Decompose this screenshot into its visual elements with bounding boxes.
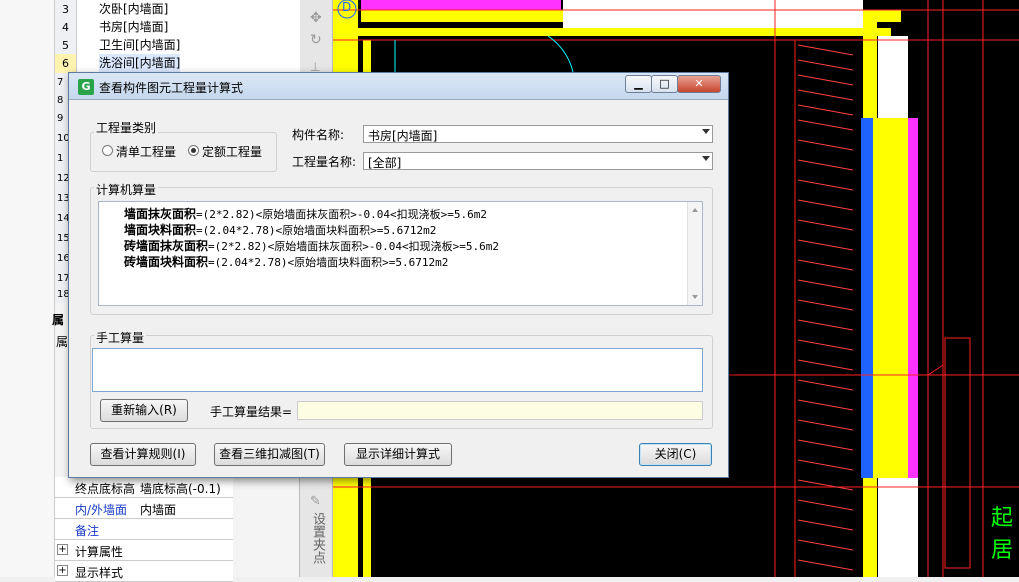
dialog-titlebar[interactable]: G 查看构件图元工程量计算式 ▁ □ ✕ (69, 73, 728, 100)
list-item[interactable]: 4 书房[内墙面] (55, 18, 300, 37)
formula-line: 墙面块料面积=(2.04*2.78)<原始墙面块料面积>=5.6712m2 (124, 221, 436, 238)
scroll-down-icon[interactable] (692, 295, 698, 299)
view-3d-deduction-button[interactable]: 查看三维扣减图(T) (214, 443, 325, 466)
properties-tab[interactable]: 属 (52, 311, 64, 328)
app-icon: G (78, 79, 94, 95)
list-item[interactable]: 5 卫生间[内墙面] (55, 36, 300, 55)
expand-icon[interactable]: + (57, 544, 68, 555)
formula-line: 砖墙面块料面积=(2.04*2.78)<原始墙面块料面积>=5.6712m2 (124, 253, 448, 270)
formula-line: 墙面抹灰面积=(2*2.82)<原始墙面抹灰面积>-0.04<扣现浇板>=5.6… (124, 205, 487, 222)
window-close-button[interactable]: ✕ (677, 75, 721, 93)
list-item[interactable]: 3 次卧[内墙面] (55, 0, 300, 19)
row-number-column: 7 8 9 10 1 12 13 14 15 16 17 18 (55, 73, 70, 303)
maximize-button[interactable]: □ (651, 75, 678, 93)
scroll-up-icon[interactable] (692, 208, 698, 212)
list-item-label: 次卧[内墙面] (99, 2, 169, 16)
property-key: 内/外墙面 (75, 503, 128, 517)
component-name-label: 构件名称: (292, 128, 345, 142)
tree-item-label: 计算属性 (75, 545, 124, 559)
property-value: 墙底标高(-0.1) (140, 482, 221, 496)
manual-result-label: 手工算量结果= (210, 405, 293, 419)
manual-calc-label: 手工算量 (94, 329, 147, 346)
property-row[interactable]: 内/外墙面 内墙面 (55, 498, 233, 519)
minimize-button[interactable]: ▁ (625, 75, 652, 93)
manual-result-field (297, 401, 703, 420)
formula-expression: =(2*2.82)<原始墙面抹灰面积>-0.04<扣现浇板>=5.6m2 (196, 208, 487, 221)
formula-scrollbar[interactable] (687, 202, 702, 305)
property-key: 终点底标高 (75, 482, 136, 496)
quantity-formula-dialog: G 查看构件图元工程量计算式 ▁ □ ✕ 工程量类别 清单工程量 定额工程量 构… (68, 72, 729, 478)
show-detail-formula-button[interactable]: 显示详细计算式 (344, 443, 452, 466)
tree-item[interactable]: + 显示样式 (55, 561, 233, 582)
set-grip-button[interactable]: 设置夹点 (309, 512, 325, 564)
chevron-down-icon (702, 129, 710, 134)
close-button[interactable]: 关闭(C) (639, 443, 712, 466)
view-calc-rules-button[interactable]: 查看计算规则(I) (90, 443, 196, 466)
component-name-select[interactable]: 书房[内墙面] (363, 125, 713, 143)
quantity-category-label: 工程量类别 (94, 119, 159, 136)
property-value: 内墙面 (140, 503, 177, 517)
reinput-button[interactable]: 重新输入(R) (100, 399, 188, 422)
tree-item[interactable]: + 计算属性 (55, 540, 233, 561)
row-number: 1 (57, 153, 64, 164)
radio-quota-quantity[interactable] (188, 145, 199, 156)
room-name-label: 起居 (991, 506, 1014, 563)
list-item-selected[interactable]: 6 洗浴间[内墙面] (55, 54, 300, 73)
grid-axis-label: D (342, 0, 352, 14)
dialog-title: 查看构件图元工程量计算式 (99, 81, 244, 95)
quantity-name-value: [全部] (368, 156, 402, 170)
formula-expression: =(2.04*2.78)<原始墙面块料面积>=5.6712m2 (196, 224, 437, 237)
row-number: 3 (55, 0, 77, 19)
chevron-down-icon (702, 156, 710, 161)
list-item-label: 洗浴间[内墙面] (99, 54, 181, 73)
property-key: 备注 (75, 524, 100, 538)
quantity-name-label: 工程量名称: (292, 155, 357, 169)
panel-gutter (0, 0, 55, 577)
row-number: 6 (55, 54, 77, 73)
property-row[interactable]: 备注 (55, 519, 233, 540)
pencil-icon[interactable]: ✎ (310, 494, 321, 509)
radio-bill-quantity-label[interactable]: 清单工程量 (116, 143, 176, 160)
tree-item-label: 显示样式 (75, 566, 124, 580)
row-number: 5 (55, 36, 77, 55)
formula-name: 墙面块料面积 (124, 223, 197, 237)
expand-icon[interactable]: + (57, 565, 68, 576)
row-number: 9 (57, 113, 64, 124)
radio-bill-quantity[interactable] (102, 145, 113, 156)
list-item-label: 卫生间[内墙面] (99, 38, 181, 52)
formula-expression: =(2.04*2.78)<原始墙面块料面积>=5.6712m2 (208, 256, 449, 269)
computer-calc-label: 计算机算量 (94, 181, 159, 198)
formula-expression: =(2*2.82)<原始墙面抹灰面积>-0.04<扣现浇板>=5.6m2 (208, 240, 499, 253)
row-number: 4 (55, 18, 77, 37)
formula-name: 墙面抹灰面积 (124, 207, 197, 221)
formula-line: 砖墙面抹灰面积=(2*2.82)<原始墙面抹灰面积>-0.04<扣现浇板>=5.… (124, 237, 499, 254)
properties-header: 属 (56, 335, 69, 349)
quantity-name-select[interactable]: [全部] (363, 152, 713, 170)
manual-calc-input[interactable] (92, 348, 703, 392)
radio-quota-quantity-label[interactable]: 定额工程量 (202, 143, 262, 160)
component-name-value: 书房[内墙面] (368, 129, 438, 143)
list-item-label: 书房[内墙面] (99, 20, 169, 34)
property-row[interactable]: 终点底标高 墙底标高(-0.1) (55, 477, 233, 498)
formula-name: 砖墙面抹灰面积 (124, 239, 209, 253)
rotate-icon[interactable]: ↻ (310, 32, 322, 48)
row-number: 8 (57, 95, 64, 106)
row-number: 7 (57, 77, 64, 88)
computer-calc-formula-box[interactable]: 墙面抹灰面积=(2*2.82)<原始墙面抹灰面积>-0.04<扣现浇板>=5.6… (98, 201, 703, 306)
move-icon[interactable]: ✥ (310, 10, 322, 26)
formula-name: 砖墙面块料面积 (124, 255, 209, 269)
